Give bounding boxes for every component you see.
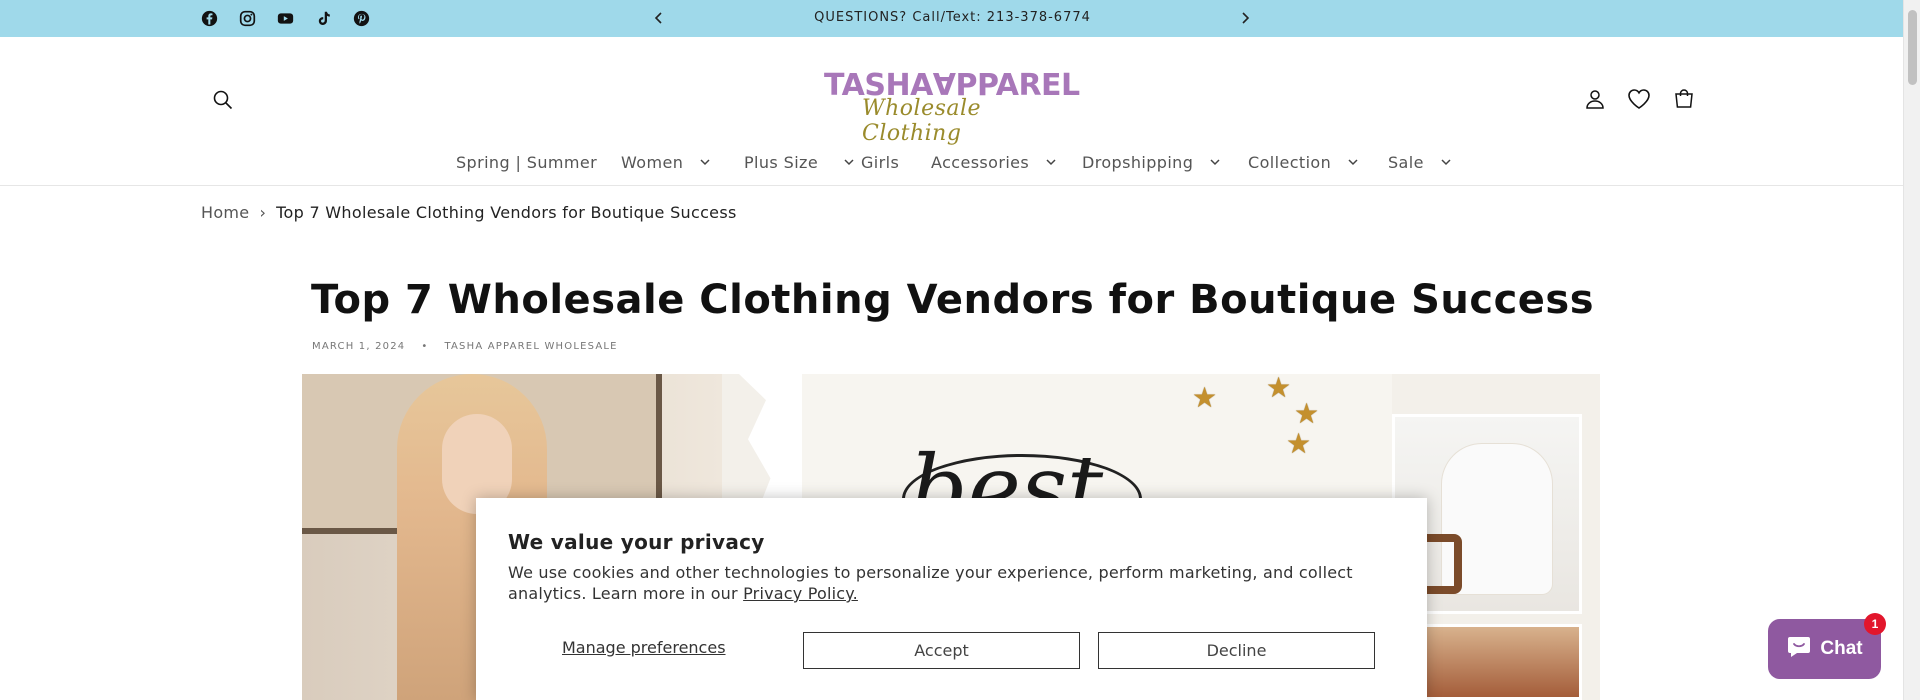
privacy-title: We value your privacy [508,530,765,554]
article-title: Top 7 Wholesale Clothing Vendors for Bou… [311,277,1595,323]
chat-notification-badge: 1 [1864,613,1886,635]
star-icon: ★ [1294,397,1320,430]
chat-bubble-icon [1786,634,1812,664]
announcement-next-button[interactable] [1235,8,1255,28]
nav-label: Spring | Summer [456,153,598,172]
announcement-prev-button[interactable] [649,8,669,28]
accept-button[interactable]: Accept [803,632,1080,669]
account-icon[interactable] [1581,85,1609,113]
nav-item-girls[interactable]: Girls [861,153,899,172]
pinterest-icon[interactable] [352,9,371,28]
chevron-down-icon [1046,159,1056,166]
star-icon: ★ [1286,427,1312,460]
breadcrumb-home-link[interactable]: Home [201,203,249,222]
wishlist-heart-icon[interactable] [1625,85,1653,113]
nav-item-women[interactable]: Women [621,153,710,172]
nav-item-plus-size[interactable]: Plus Size [744,153,854,172]
brand-logo[interactable]: TASHA∀PPAREL Wholesale Clothing [820,68,1082,146]
privacy-body: We use cookies and other technologies to… [508,563,1353,603]
social-links [200,9,371,28]
cart-icon[interactable] [1670,85,1698,113]
facebook-icon[interactable] [200,9,219,28]
article-meta: MARCH 1, 2024 • TASHA APPAREL WHOLESALE [312,341,618,352]
nav-label: Collection [1248,153,1332,172]
privacy-policy-link[interactable]: Privacy Policy. [743,584,858,603]
nav-label: Women [621,153,684,172]
nav-label: Dropshipping [1082,153,1194,172]
nav-item-accessories[interactable]: Accessories [931,153,1056,172]
nav-label: Accessories [931,153,1030,172]
chevron-down-icon [1441,159,1451,166]
tiktok-icon[interactable] [314,9,333,28]
page-scrollbar[interactable] [1903,0,1920,700]
header-divider [0,185,1903,186]
chat-label: Chat [1820,638,1863,659]
announcement-bar: QUESTIONS? Call/Text: 213-378-6774 [0,0,1903,37]
nav-item-dropshipping[interactable]: Dropshipping [1082,153,1220,172]
chevron-down-icon [1348,159,1358,166]
breadcrumb: Home › Top 7 Wholesale Clothing Vendors … [201,203,737,222]
youtube-icon[interactable] [276,9,295,28]
article-author: TASHA APPAREL WHOLESALE [444,341,618,352]
scrollbar-thumb[interactable] [1908,10,1917,85]
chevron-down-icon [1210,159,1220,166]
logo-tagline: Wholesale Clothing [862,96,982,146]
nav-item-sale[interactable]: Sale [1388,153,1451,172]
privacy-consent-modal: We value your privacy We use cookies and… [476,498,1427,700]
article-date: MARCH 1, 2024 [312,341,406,352]
star-icon: ★ [1266,374,1292,404]
announcement-text: QUESTIONS? Call/Text: 213-378-6774 [814,10,1091,25]
instagram-icon[interactable] [238,9,257,28]
chevron-down-icon [844,159,854,166]
main-navigation: Spring | Summer Women Plus Size Girls Ac… [0,153,1903,175]
breadcrumb-current: Top 7 Wholesale Clothing Vendors for Bou… [276,203,737,222]
chevron-down-icon [700,159,710,166]
search-icon[interactable] [209,86,237,114]
breadcrumb-separator: › [259,203,267,222]
nav-item-collection[interactable]: Collection [1248,153,1358,172]
decline-button[interactable]: Decline [1098,632,1375,669]
hero-photo-crochet [1422,624,1582,700]
meta-separator: • [421,341,429,352]
nav-label: Plus Size [744,153,819,172]
privacy-text: We use cookies and other technologies to… [508,562,1408,604]
nav-item-spring-summer[interactable]: Spring | Summer [456,153,597,172]
nav-label: Sale [1388,153,1424,172]
star-icon: ★ [1192,381,1218,414]
nav-label: Girls [861,153,900,172]
manage-preferences-link[interactable]: Manage preferences [562,638,726,657]
